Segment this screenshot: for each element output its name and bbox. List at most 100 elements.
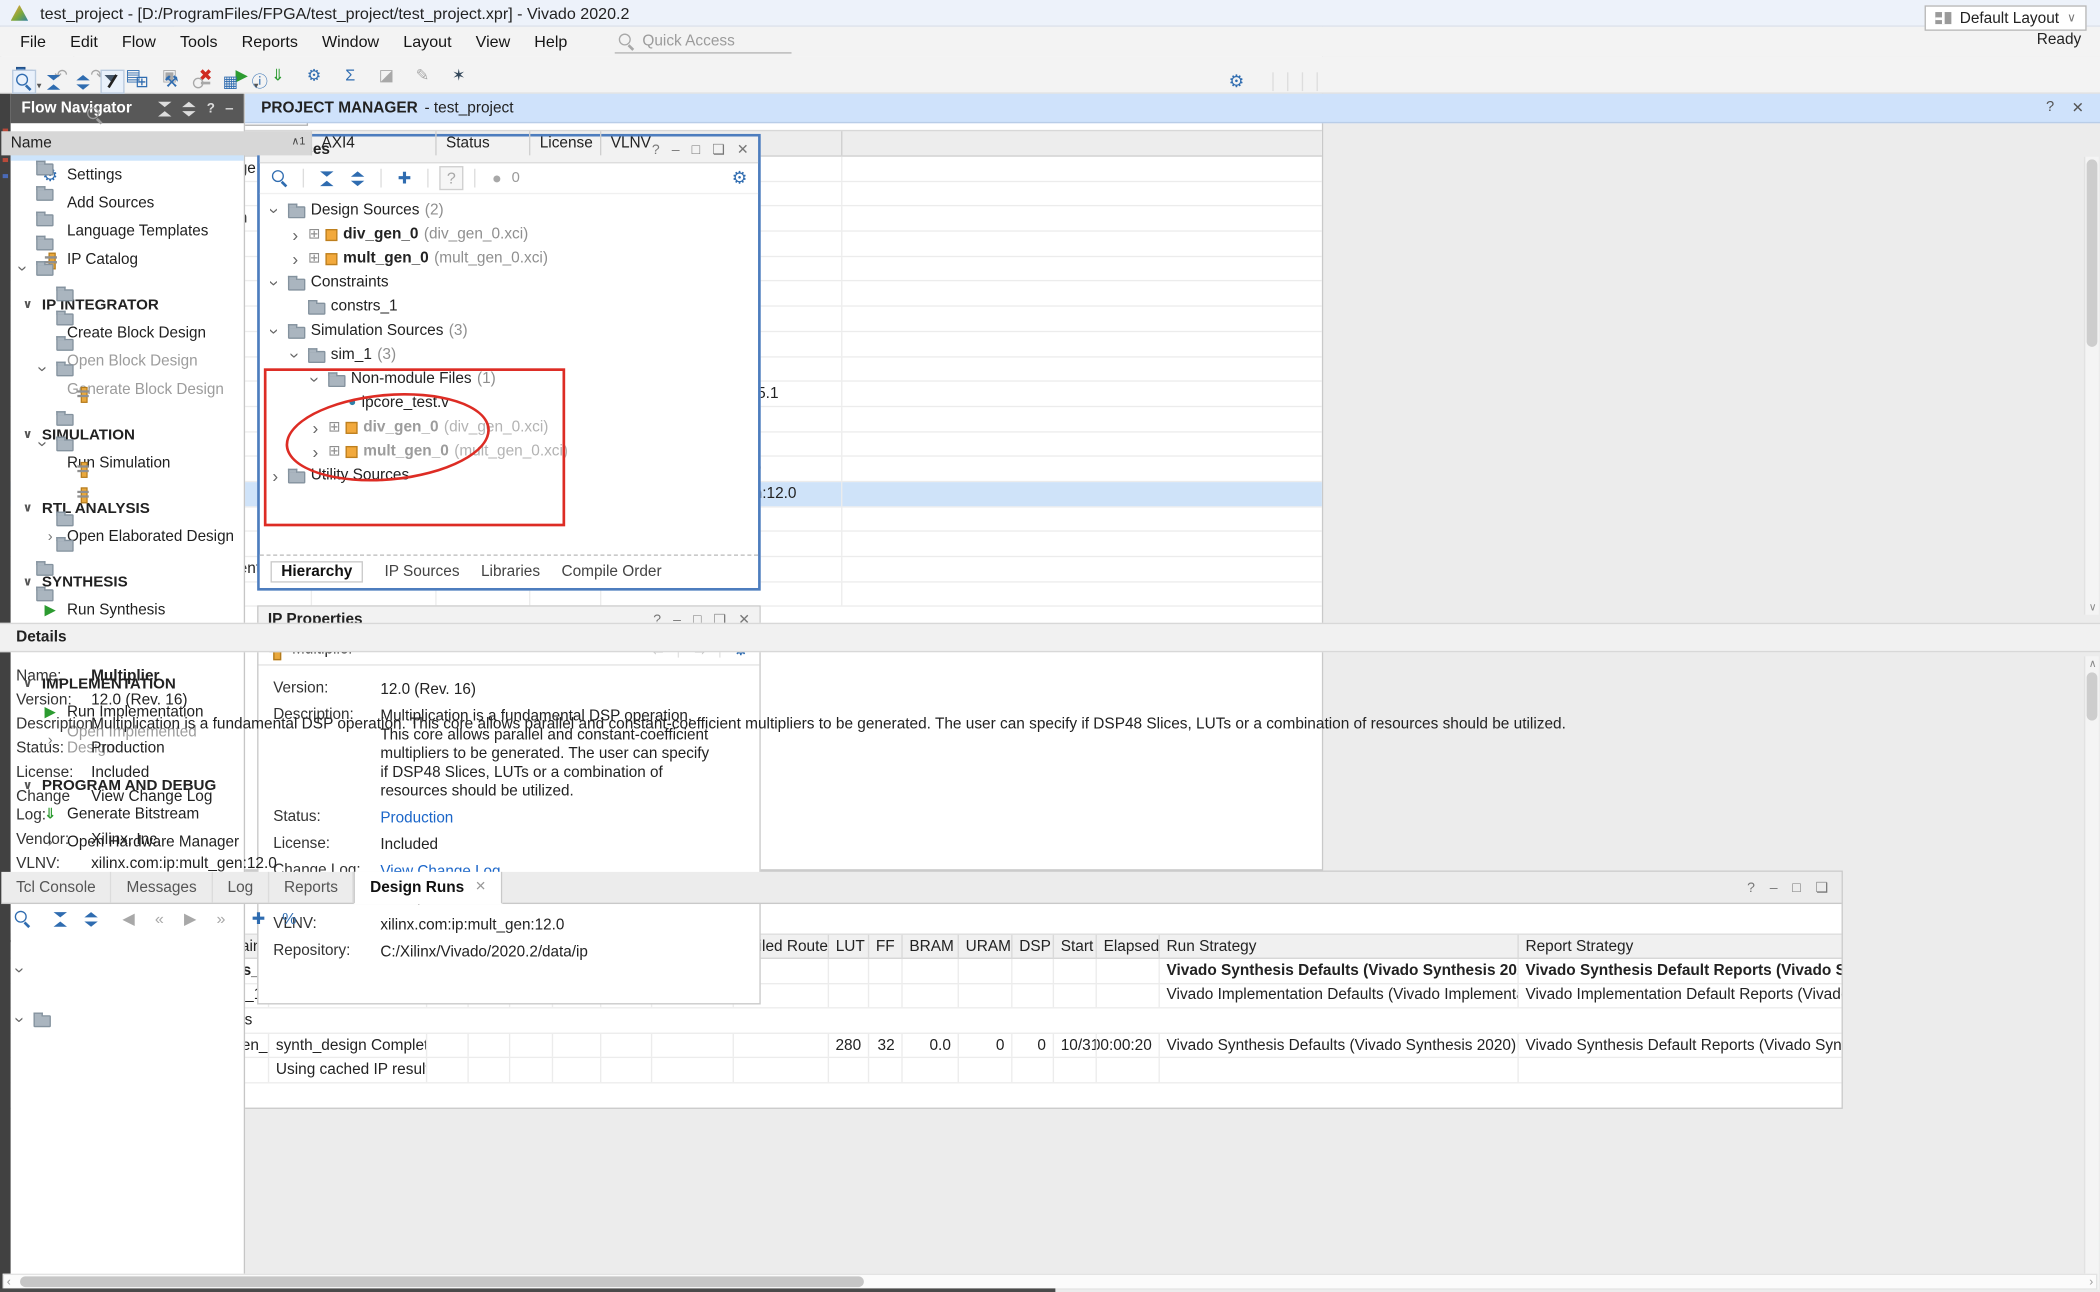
details-vertical-scrollbar[interactable]: ∧ ∨ xyxy=(2084,656,2099,1289)
scroll-down-icon[interactable]: ∨ xyxy=(2085,601,2100,613)
tab-design-runs[interactable]: Design Runs✕ xyxy=(354,872,502,904)
tree-item-div-gen-0[interactable]: ›⊞div_gen_0(div_gen_0.xci) xyxy=(260,415,758,439)
quick-access-input[interactable]: Quick Access xyxy=(614,30,791,53)
tree-item-mult-gen-0[interactable]: ›⊞mult_gen_0(mult_gen_0.xci) xyxy=(260,246,758,270)
panel-minimize-icon[interactable]: ‒ xyxy=(1770,880,1778,896)
expander-open-icon[interactable]: › xyxy=(287,348,304,363)
tree-item-design-sources[interactable]: ›Design Sources(2) xyxy=(260,198,758,222)
messages-button[interactable]: ●0 xyxy=(486,166,520,190)
flow-item-run-simulation[interactable]: Run Simulation xyxy=(11,449,244,477)
add-ip-button[interactable]: ⊞ xyxy=(130,70,154,94)
sources-tab-hierarchy[interactable]: Hierarchy xyxy=(271,561,363,582)
menu-flow[interactable]: Flow xyxy=(110,32,168,51)
details-value[interactable]: View Change Log xyxy=(91,789,212,825)
expander-open-icon[interactable]: › xyxy=(267,275,284,290)
play-button[interactable]: ▶ xyxy=(178,907,202,931)
search-button[interactable] xyxy=(12,70,36,94)
expander-open-icon[interactable]: › xyxy=(12,1013,29,1028)
layout-selector[interactable]: Default Layout ∨ xyxy=(1925,5,2087,30)
menu-window[interactable]: Window xyxy=(310,32,391,51)
tree-item-constraints[interactable]: ›Constraints xyxy=(260,271,758,295)
menu-help[interactable]: Help xyxy=(522,32,579,51)
flow-section-header-ip-integrator[interactable]: ∨IP INTEGRATOR xyxy=(11,291,244,319)
add-sources-button[interactable]: ✚ xyxy=(392,166,416,190)
expander-open-icon[interactable]: › xyxy=(267,203,284,218)
scrollbar-thumb[interactable] xyxy=(2087,672,2098,720)
tab-reports[interactable]: Reports xyxy=(269,872,354,903)
column-header-license[interactable]: License xyxy=(530,131,601,155)
rewind-button[interactable]: « xyxy=(147,907,171,931)
help-button[interactable]: ? xyxy=(439,166,463,190)
scroll-left-icon[interactable]: ‹ xyxy=(7,1275,11,1288)
tree-item-non-module-files[interactable]: ›Non-module Files(1) xyxy=(260,367,758,391)
utilization-button[interactable]: % xyxy=(277,907,301,931)
search-button[interactable] xyxy=(268,166,292,190)
tree-item-ipcore-test-v[interactable]: ›●ipcore_test.v xyxy=(260,391,758,415)
expander-open-icon[interactable]: › xyxy=(35,436,52,451)
menu-edit[interactable]: Edit xyxy=(58,32,110,51)
menu-file[interactable]: File xyxy=(8,32,58,51)
expander-open-icon[interactable]: › xyxy=(35,361,52,376)
expand-all-button[interactable] xyxy=(346,166,370,190)
gear-icon[interactable]: ⚙ xyxy=(1229,71,1245,92)
tree-item-mult-gen-0[interactable]: ›⊞mult_gen_0(mult_gen_0.xci) xyxy=(260,439,758,463)
catalog-vertical-scrollbar[interactable]: ∨ xyxy=(2084,157,2099,615)
column-header-vlnv[interactable]: VLNV xyxy=(601,131,842,155)
menu-layout[interactable]: Layout xyxy=(391,32,463,51)
tree-item-div-gen-0[interactable]: ›⊞div_gen_0(div_gen_0.xci) xyxy=(260,222,758,246)
tab-tcl-console[interactable]: Tcl Console xyxy=(1,872,111,903)
expander-open-icon[interactable]: › xyxy=(307,372,324,387)
expander-open-icon[interactable]: › xyxy=(12,963,29,978)
column-header-name[interactable]: Name∧1 xyxy=(1,131,312,155)
expand-all-button[interactable] xyxy=(79,907,103,931)
tree-item-constrs-1[interactable]: ›constrs_1 xyxy=(260,295,758,319)
menu-view[interactable]: View xyxy=(464,32,523,51)
expander-closed-icon[interactable]: › xyxy=(308,443,323,460)
expander-open-icon[interactable]: › xyxy=(15,261,32,276)
sources-tab-compile-order[interactable]: Compile Order xyxy=(561,564,661,580)
gear-icon[interactable]: ⚙ xyxy=(732,167,748,188)
expander-closed-icon[interactable]: › xyxy=(288,226,303,243)
tab-log[interactable]: Log xyxy=(213,872,270,903)
maximize-icon[interactable]: □ xyxy=(1792,880,1800,896)
tree-item-simulation-sources[interactable]: ›Simulation Sources(3) xyxy=(260,319,758,343)
scrollbar-thumb[interactable] xyxy=(2087,159,2098,347)
ip-settings-button[interactable]: ▦ xyxy=(218,70,242,94)
tree-item-sim-1[interactable]: ›sim_1(3) xyxy=(260,343,758,367)
customize-ip-button[interactable]: ⚒ xyxy=(159,70,183,94)
help-icon[interactable]: ? xyxy=(207,101,215,116)
expander-closed-icon[interactable]: › xyxy=(288,250,303,267)
flow-section-header-rtl-analysis[interactable]: ∨RTL ANALYSIS xyxy=(11,494,244,522)
menu-tools[interactable]: Tools xyxy=(168,32,230,51)
details-value[interactable]: Production xyxy=(91,741,165,759)
close-icon[interactable]: ✕ xyxy=(2072,99,2084,116)
flow-item-open-elaborated-design[interactable]: ›Open Elaborated Design xyxy=(11,522,244,550)
search-button[interactable] xyxy=(11,907,35,931)
collapse-all-button[interactable] xyxy=(315,166,339,190)
license-button[interactable] xyxy=(189,70,213,94)
menu-reports[interactable]: Reports xyxy=(230,32,310,51)
expander-open-icon[interactable]: › xyxy=(267,323,284,338)
collapse-all-button[interactable] xyxy=(42,70,66,94)
expand-all-icon[interactable] xyxy=(183,101,196,116)
help-icon[interactable]: ? xyxy=(1747,880,1755,896)
create-runs-button[interactable]: ✚ xyxy=(246,907,270,931)
expander-closed-icon[interactable]: › xyxy=(268,467,283,484)
expander-closed-icon[interactable]: › xyxy=(308,419,323,436)
scrollbar-thumb[interactable] xyxy=(20,1276,864,1287)
hide-incompatible-button[interactable] xyxy=(100,70,124,94)
sources-tab-ip-sources[interactable]: IP Sources xyxy=(384,564,459,580)
sources-tab-libraries[interactable]: Libraries xyxy=(481,564,540,580)
flow-item-generate-block-design[interactable]: Generate Block Design xyxy=(11,375,244,403)
flow-item-create-block-design[interactable]: Create Block Design xyxy=(11,319,244,347)
horizontal-scrollbar[interactable]: ‹ › xyxy=(3,1274,2098,1290)
float-icon[interactable]: ❏ xyxy=(1816,880,1829,896)
tree-item-utility-sources[interactable]: ›Utility Sources xyxy=(260,463,758,487)
fast-forward-button[interactable]: » xyxy=(209,907,233,931)
tab-messages[interactable]: Messages xyxy=(112,872,213,903)
minimize-panel-icon[interactable]: ‒ xyxy=(226,101,233,116)
expand-all-button[interactable] xyxy=(71,70,95,94)
information-button[interactable]: ⓘ xyxy=(248,70,272,94)
collapse-all-button[interactable] xyxy=(48,907,72,931)
step-to-start-button[interactable]: ◀ xyxy=(117,907,141,931)
